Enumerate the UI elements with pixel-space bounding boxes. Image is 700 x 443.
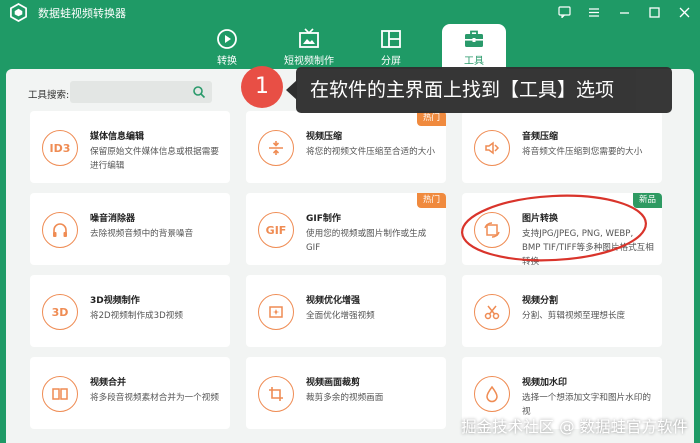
tool-card-video-enhance[interactable]: 视频优化增强 全面优化增强视频: [246, 275, 446, 347]
scissors-icon: [474, 294, 510, 330]
tool-name: 视频合并: [90, 378, 127, 388]
tab-short-video[interactable]: 短视频制作: [277, 24, 341, 68]
tool-name: 视频分割: [522, 296, 559, 306]
tool-desc: 去除视频音频中的背景噪音: [90, 229, 194, 239]
toolbox-icon: [465, 30, 483, 47]
tool-desc: 使用您的视频或图片制作或生成GIF: [306, 229, 427, 253]
tool-name: 噪音消除器: [90, 214, 136, 224]
tool-name: GIF制作: [306, 214, 341, 224]
tool-desc: 全面优化增强视频: [306, 311, 375, 321]
tool-name: 媒体信息编辑: [90, 132, 145, 142]
search-icon[interactable]: [192, 85, 206, 99]
menu-icon[interactable]: [586, 4, 602, 20]
tool-card-3d-video[interactable]: 3D 3D视频制作 将2D视频制作成3D视频: [30, 275, 230, 347]
tab-tools-label: 工具: [464, 56, 484, 67]
tool-card-noise-remover[interactable]: 噪音消除器 去除视频音频中的背景噪音: [30, 193, 230, 265]
search-label: 工具搜索:: [28, 90, 70, 101]
3d-icon: 3D: [42, 294, 78, 330]
close-icon[interactable]: [676, 4, 692, 20]
short-video-icon: [299, 28, 319, 48]
tool-name: 音频压缩: [522, 132, 559, 142]
app-logo-icon: [10, 3, 27, 22]
tool-name: 3D视频制作: [90, 296, 140, 306]
gif-icon: GIF: [258, 212, 294, 248]
minimize-icon[interactable]: [616, 4, 632, 20]
tool-desc: 裁剪多余的视频画面: [306, 393, 384, 403]
tool-desc: 将您的视频文件压缩至合适的大小: [306, 147, 435, 157]
step-number-badge: 1: [241, 66, 283, 108]
id3-icon: ID3: [42, 130, 78, 166]
tab-short-video-label: 短视频制作: [284, 56, 334, 67]
app-title: 数据蛙视频转换器: [38, 7, 126, 20]
tab-split-screen-label: 分屏: [381, 56, 401, 67]
annotation-callout: 在软件的主界面上找到【工具】选项: [296, 67, 672, 113]
title-bar: 数据蛙视频转换器: [0, 0, 700, 24]
tool-card-video-compress[interactable]: 热门 视频压缩 将您的视频文件压缩至合适的大小: [246, 111, 446, 183]
tool-card-video-crop[interactable]: 视频画面裁剪 裁剪多余的视频画面: [246, 357, 446, 429]
tab-convert[interactable]: 转换: [195, 24, 259, 68]
highlight-ellipse: [461, 194, 647, 262]
watermark-text: 掘金技术社区 @ 数据蛙官方软件: [461, 418, 688, 436]
tool-card-video-merge[interactable]: 视频合并 将多段音视频素材合并为一个视频: [30, 357, 230, 429]
enhance-icon: [258, 294, 294, 330]
merge-icon: [42, 376, 78, 412]
compress-icon: [258, 130, 294, 166]
hot-badge: 热门: [416, 193, 446, 208]
crop-icon: [258, 376, 294, 412]
tool-card-audio-compress[interactable]: 音频压缩 将音频文件压缩到您需要的大小: [462, 111, 662, 183]
audio-compress-icon: [474, 130, 510, 166]
tool-desc: 将音频文件压缩到您需要的大小: [522, 147, 643, 157]
tool-desc: 将2D视频制作成3D视频: [90, 311, 183, 321]
tool-desc: 保留原始文件媒体信息或根据需要进行编辑: [90, 147, 219, 171]
convert-icon: [217, 29, 237, 49]
headphones-icon: [42, 212, 78, 248]
tab-convert-label: 转换: [217, 56, 237, 67]
tool-desc: 分割、剪辑视频至理想长度: [522, 311, 626, 321]
tool-name: 视频压缩: [306, 132, 343, 142]
tab-split-screen[interactable]: 分屏: [359, 24, 423, 68]
tool-card-video-split[interactable]: 视频分割 分割、剪辑视频至理想长度: [462, 275, 662, 347]
tool-card-media-info[interactable]: ID3 媒体信息编辑 保留原始文件媒体信息或根据需要进行编辑: [30, 111, 230, 183]
hot-badge: 热门: [416, 111, 446, 126]
feedback-icon[interactable]: [556, 4, 572, 20]
maximize-icon[interactable]: [646, 4, 662, 20]
tool-name: 视频画面裁剪: [306, 378, 361, 388]
split-screen-icon: [381, 30, 401, 48]
tab-tools[interactable]: 工具: [442, 24, 506, 70]
watermark-drop-icon: [474, 376, 510, 412]
search-input[interactable]: [70, 81, 212, 103]
tool-name: 视频优化增强: [306, 296, 361, 306]
tool-name: 视频加水印: [522, 378, 568, 388]
tool-card-gif-maker[interactable]: 热门 GIF GIF制作 使用您的视频或图片制作或生成GIF: [246, 193, 446, 265]
tool-desc: 将多段音视频素材合并为一个视频: [90, 393, 219, 403]
window-controls: [556, 4, 692, 20]
